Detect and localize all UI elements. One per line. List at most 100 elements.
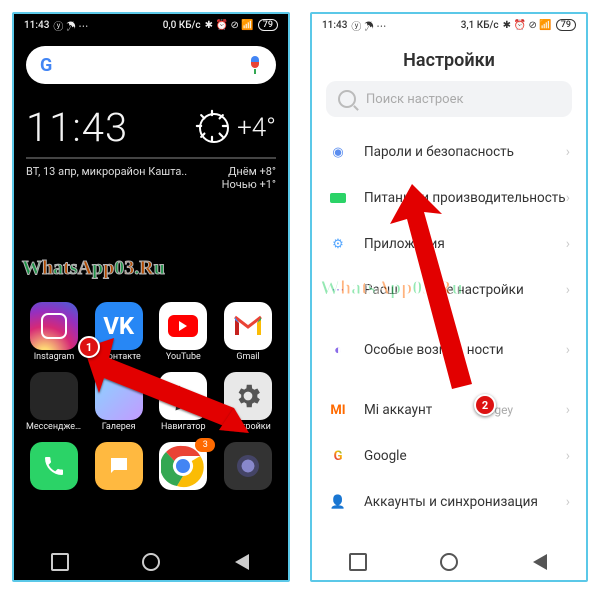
settings-item-label: Расширенные настройки	[364, 282, 524, 298]
dock-messages[interactable]	[91, 442, 147, 490]
app-label: Мессенджеры	[26, 422, 82, 432]
app-label: Галерея	[102, 422, 136, 432]
settings-item-label: Особые возможности	[364, 342, 504, 358]
app-label: Instagram	[34, 352, 75, 362]
date-text: ВТ, 13 апр, микрорайон Кашта..	[26, 165, 187, 191]
search-placeholder: Поиск настроек	[366, 92, 464, 107]
messages-icon	[95, 442, 143, 490]
chevron-right-icon: ›	[566, 342, 570, 358]
chevron-right-icon: ›	[566, 448, 570, 464]
app-label: ВКонтакте	[96, 352, 140, 362]
settings-item-sync[interactable]: 👤 Аккаунты и синхронизация ›	[312, 479, 586, 525]
mic-icon[interactable]	[248, 56, 262, 74]
app-navigator[interactable]: Навигатор	[155, 372, 211, 432]
phone-settings-screen: 11:43 ⓨ ☂ ⋯ 3,1 КБ/с ✱ ⏰ ⊘ 📶 79 Настройк…	[310, 12, 588, 582]
chevron-right-icon: ›	[566, 144, 570, 160]
app-grid: Instagram VK ВКонтакте YouTube Gmail	[26, 302, 276, 490]
settings-item-apps[interactable]: ⚙ Приложения ›	[312, 221, 586, 267]
app-label: Навигатор	[161, 422, 206, 432]
youtube-icon	[159, 302, 207, 350]
nav-back-button[interactable]	[530, 552, 550, 572]
dock-phone[interactable]	[26, 442, 82, 490]
status-time: 11:43	[322, 20, 347, 31]
clock-time: 11:43	[26, 104, 128, 151]
app-vk[interactable]: VK ВКонтакте	[91, 302, 147, 362]
settings-item-mi-account[interactable]: MI Mi аккаунт Sergey ›	[312, 387, 586, 433]
phone-home-screen: 11:43 ⓨ ☂ ⋯ 0,0 КБ/с ✱ ⏰ ⊘ 📶 79 G 11:43	[12, 12, 290, 582]
status-icons-right: ✱ ⏰ ⊘ 📶	[205, 20, 254, 31]
app-youtube[interactable]: YouTube	[155, 302, 211, 362]
app-label: Настройки	[225, 422, 271, 432]
dots-icon: ⋯	[328, 280, 348, 300]
settings-item-advanced[interactable]: ⋯ Расширенные настройки ›	[312, 267, 586, 313]
temperature: +4°	[237, 113, 276, 143]
navigator-icon	[159, 372, 207, 420]
callout-badge-2: 2	[474, 394, 496, 416]
nav-recent-button[interactable]	[50, 552, 70, 572]
sun-icon	[199, 113, 229, 143]
chevron-right-icon: ›	[566, 282, 570, 298]
android-nav-bar	[14, 544, 288, 580]
gmail-icon	[224, 302, 272, 350]
settings-item-security[interactable]: ◉ Пароли и безопасность ›	[312, 129, 586, 175]
instagram-icon	[30, 302, 78, 350]
settings-item-label: Mi аккаунт	[364, 402, 432, 418]
status-time: 11:43	[24, 20, 49, 31]
status-icons-right: ✱ ⏰ ⊘ 📶	[503, 20, 552, 31]
phone-icon	[30, 442, 78, 490]
settings-item-label: Аккаунты и синхронизация	[364, 494, 538, 510]
sync-icon: 👤	[328, 492, 348, 512]
settings-item-battery[interactable]: Питание и производительность ›	[312, 175, 586, 221]
dock-camera[interactable]	[220, 442, 276, 490]
page-title: Настройки	[312, 36, 586, 81]
app-label: YouTube	[166, 352, 201, 362]
status-bar: 11:43 ⓨ ☂ ⋯ 3,1 КБ/с ✱ ⏰ ⊘ 📶 79	[312, 14, 586, 36]
battery-icon: 79	[258, 19, 278, 31]
shield-icon: ◉	[328, 142, 348, 162]
gallery-icon	[95, 372, 143, 420]
apps-gear-icon: ⚙	[328, 234, 348, 254]
battery-icon: 79	[556, 19, 576, 31]
settings-list: ◉ Пароли и безопасность › Питание и прои…	[312, 129, 586, 525]
callout-badge-1: 1	[78, 336, 100, 358]
dock-chrome[interactable]: 3	[155, 442, 211, 490]
google-g-icon: G	[328, 446, 348, 466]
nav-home-button[interactable]	[439, 552, 459, 572]
settings-item-accessibility[interactable]: ◐ Особые возможности ›	[312, 327, 586, 373]
forecast-day: Днём +8°	[228, 165, 276, 178]
date-forecast-row[interactable]: ВТ, 13 апр, микрорайон Кашта.. Днём +8° …	[26, 157, 276, 191]
app-gmail[interactable]: Gmail	[220, 302, 276, 362]
settings-item-google[interactable]: G Google ›	[312, 433, 586, 479]
clock-weather-widget[interactable]: 11:43 +4°	[26, 104, 276, 151]
app-settings[interactable]: Настройки	[220, 372, 276, 432]
nav-home-button[interactable]	[141, 552, 161, 572]
status-net-speed: 0,0 КБ/с	[163, 20, 201, 31]
nav-back-button[interactable]	[232, 552, 252, 572]
status-bar: 11:43 ⓨ ☂ ⋯ 0,0 КБ/с ✱ ⏰ ⊘ 📶 79	[14, 14, 288, 36]
nav-recent-button[interactable]	[348, 552, 368, 572]
google-search-bar[interactable]: G	[26, 46, 276, 84]
settings-item-label: Приложения	[364, 236, 445, 252]
chevron-right-icon: ›	[566, 190, 570, 206]
settings-item-label: Google	[364, 448, 407, 464]
chevron-right-icon: ›	[566, 236, 570, 252]
settings-item-label: Пароли и безопасность	[364, 144, 514, 160]
google-logo-icon: G	[40, 55, 52, 76]
folder-icon	[30, 372, 78, 420]
app-folder-messengers[interactable]: Мессенджеры	[26, 372, 82, 432]
vk-icon: VK	[95, 302, 143, 350]
app-gallery[interactable]: Галерея	[91, 372, 147, 432]
notification-badge: 3	[195, 438, 215, 452]
accessibility-icon: ◐	[328, 340, 348, 360]
search-icon	[338, 90, 356, 108]
camera-icon	[224, 442, 272, 490]
chevron-right-icon: ›	[566, 402, 570, 418]
battery-pill-icon	[328, 188, 348, 208]
settings-search-input[interactable]: Поиск настроек	[326, 81, 572, 117]
status-icon: ⓨ ☂ ⋯	[53, 18, 88, 33]
status-icon: ⓨ ☂ ⋯	[351, 18, 386, 33]
settings-item-label: Питание и производительность	[364, 190, 566, 206]
forecast-night: Ночью +1°	[222, 178, 276, 191]
app-instagram[interactable]: Instagram	[26, 302, 82, 362]
settings-gear-icon	[224, 372, 272, 420]
